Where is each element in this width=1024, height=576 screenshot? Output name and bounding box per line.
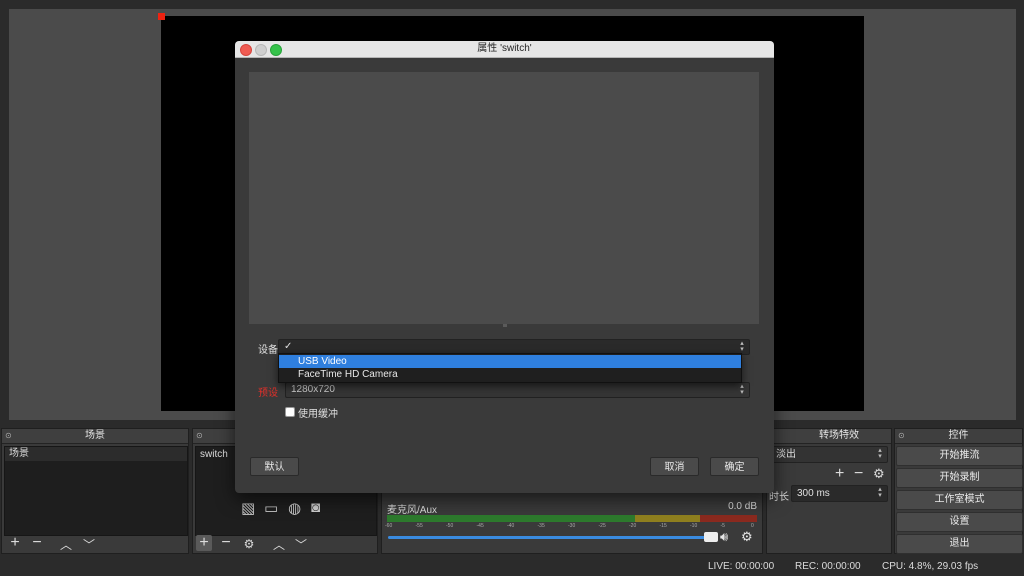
dialog-title: 属性 'switch'	[477, 43, 532, 54]
scenes-dock-title: 场景	[2, 429, 188, 444]
speaker-icon[interactable]: 🔊︎	[720, 529, 728, 545]
meter-tick-label: -40	[507, 523, 515, 529]
spinner-icon[interactable]: ▴ ▾	[875, 486, 885, 499]
move-up-icon[interactable]: ︿	[271, 537, 287, 553]
add-scene-icon[interactable]: +	[7, 535, 23, 551]
duration-value: 300 ms	[797, 488, 830, 499]
use-buffering-label: 使用缓冲	[298, 409, 338, 420]
device-option-usb-video[interactable]: USB Video	[279, 355, 741, 368]
meter-red	[700, 515, 757, 522]
scenes-dock: 场景 ⊙ 场景 + − ︿ ﹀	[1, 428, 189, 554]
meter-tick-label: -25	[598, 523, 606, 529]
browser-source-icon: ◍	[288, 500, 302, 517]
volume-meter	[387, 515, 757, 522]
meter-yellow	[635, 515, 700, 522]
cancel-button[interactable]: 取消	[650, 457, 699, 476]
settings-button[interactable]: 设置	[896, 512, 1023, 532]
cpu-status: CPU: 4.8%, 29.03 fps	[882, 561, 979, 572]
dock-float-icon[interactable]: ⊙	[196, 431, 203, 440]
start-recording-button[interactable]: 开始录制	[896, 468, 1023, 488]
display-capture-icon: ▭	[264, 500, 279, 517]
start-streaming-button[interactable]: 开始推流	[896, 446, 1023, 466]
remove-scene-icon[interactable]: −	[29, 535, 45, 551]
device-select-value: ✓	[284, 341, 293, 352]
defaults-button[interactable]: 默认	[250, 457, 299, 476]
splitter-handle[interactable]	[503, 324, 507, 327]
dialog-preview	[249, 72, 759, 324]
studio-mode-button[interactable]: 工作室模式	[896, 490, 1023, 510]
properties-dialog: 属性 'switch' 设备 ✓ ▴ ▾ 预设 1280x720 ▴ ▾ 使用缓冲 …	[235, 41, 774, 493]
mixer-level: 0.0 dB	[728, 501, 757, 512]
transition-select-value: 淡出	[776, 449, 796, 460]
preset-select-value: 1280x720	[291, 384, 335, 395]
preset-label: 预设	[258, 388, 278, 399]
mixer-channel-name: 麦克风/Aux	[387, 505, 438, 516]
preset-select[interactable]: 1280x720 ▴ ▾	[285, 382, 750, 398]
meter-tick-label: -15	[659, 523, 667, 529]
remove-transition-icon[interactable]: −	[854, 465, 863, 483]
volume-slider[interactable]	[388, 536, 708, 539]
meter-tick-label: -10	[690, 523, 698, 529]
device-dropdown-list: USB Video FaceTime HD Camera	[278, 353, 742, 383]
transition-gear-icon[interactable]: ⚙	[873, 466, 885, 482]
ok-button[interactable]: 确定	[710, 457, 759, 476]
source-properties-gear-icon[interactable]: ⚙	[241, 536, 257, 552]
transitions-dock-title: 转场特效	[767, 429, 891, 444]
image-source-icon: ▧	[241, 500, 256, 517]
meter-tick-label: -50	[446, 523, 454, 529]
transition-select[interactable]: 淡出 ▴ ▾	[770, 446, 888, 463]
volume-slider-handle[interactable]	[704, 532, 718, 542]
meter-tick-label: -20	[629, 523, 637, 529]
exit-button[interactable]: 退出	[896, 534, 1023, 554]
add-transition-icon[interactable]: +	[835, 465, 844, 483]
device-label: 设备	[258, 345, 278, 356]
meter-tick-label: -30	[568, 523, 576, 529]
move-up-icon[interactable]: ︿	[58, 537, 74, 553]
add-source-icon[interactable]: +	[196, 535, 212, 551]
rec-status: REC: 00:00:00	[795, 561, 861, 572]
mixer-gear-icon[interactable]: ⚙	[741, 529, 753, 545]
chevron-updown-icon: ▴ ▾	[740, 383, 744, 396]
meter-tick-label: -35	[537, 523, 545, 529]
live-status: LIVE: 00:00:00	[708, 561, 775, 572]
dialog-titlebar: 属性 'switch'	[235, 41, 774, 58]
device-option-facetime[interactable]: FaceTime HD Camera	[279, 368, 741, 381]
use-buffering-checkbox[interactable]	[285, 407, 295, 417]
move-down-icon[interactable]: ﹀	[293, 537, 309, 553]
controls-dock-title: 控件	[895, 429, 1022, 444]
move-down-icon[interactable]: ﹀	[81, 537, 97, 553]
meter-green	[387, 515, 635, 522]
duration-input[interactable]: 300 ms ▴ ▾	[791, 485, 888, 502]
source-resize-handle[interactable]	[158, 13, 165, 20]
remove-source-icon[interactable]: −	[218, 535, 234, 551]
scenes-list: 场景	[4, 446, 188, 536]
chevron-updown-icon: ▴ ▾	[878, 447, 882, 460]
camera-source-icon: ◙	[311, 499, 321, 516]
meter-tick-label: -55	[415, 523, 423, 529]
meter-tick-label: -45	[476, 523, 484, 529]
meter-tick-label: -60	[385, 523, 393, 529]
dock-float-icon[interactable]: ⊙	[898, 431, 905, 440]
dock-float-icon[interactable]: ⊙	[5, 431, 12, 440]
scene-item[interactable]: 场景	[5, 447, 187, 461]
chevron-updown-icon: ▴ ▾	[740, 340, 744, 353]
